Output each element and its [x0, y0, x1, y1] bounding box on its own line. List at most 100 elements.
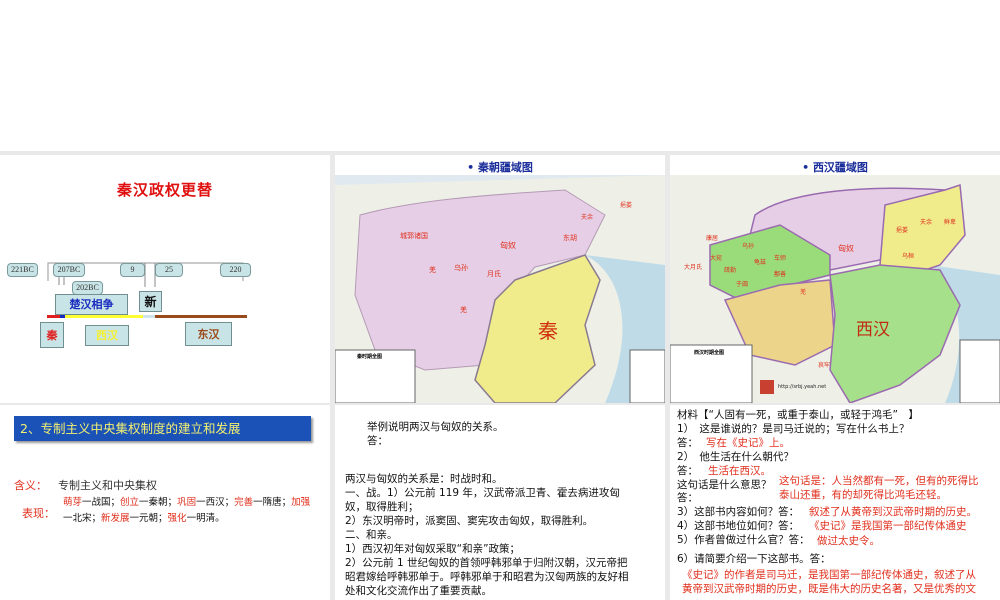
performance-text: 萌芽一战国；创立一秦朝；巩固一西汉；完善一隋唐；加强一北宋；新发展一元朝；强化一… [63, 495, 313, 527]
western-han-territory-map [670, 175, 1000, 403]
map-label: 挹娄 [896, 227, 909, 234]
answer-label: 答： [677, 465, 698, 477]
stage-value: 一秦朝； [139, 497, 178, 508]
map-label: 康居 [706, 235, 719, 242]
timeline-lines [47, 262, 247, 318]
map-legend-title: 秦时期全图 [357, 354, 383, 360]
map-label: 羌 [429, 266, 436, 274]
map-label: 鄯善 [774, 271, 787, 278]
bullet-icon: • [802, 161, 813, 174]
stage-key: 萌芽 [63, 497, 83, 508]
answer-line: 昭君嫁给呼韩邪单于。呼韩邪单于和昭君为汉匈两族的友好相 [345, 571, 629, 583]
answer-6-line1: 《史记》的作者是司马迁，是我国第一部纪传体通史，叙述了从 [682, 569, 976, 581]
timeline-bar-chuhan [60, 315, 65, 318]
map-label-xihan: 西汉 [856, 320, 890, 340]
answer-6-line2: 黄帝到汉武帝时期的历史，既是伟大的历史名著，又是优秀的文 [682, 583, 976, 595]
map-label: 大宛 [710, 255, 723, 262]
answer-line: 二、和亲。 [345, 529, 398, 541]
map-label: 匈奴 [838, 244, 854, 253]
map-label: 夫余 [920, 219, 933, 226]
question-4: 4）这部书地位如何？答： [677, 520, 800, 532]
map-inset [959, 339, 1000, 403]
stage-value: 一元朝； [129, 513, 168, 524]
map-legend-title: 西汉时期全图 [694, 350, 725, 356]
question-meaning: 这句话是什么意思？ [677, 479, 772, 491]
timeline-bar-xihan [65, 315, 143, 318]
answer-3: 叙述了从黄帝到汉武帝时期的历史。 [809, 506, 977, 518]
slide-thumbnail-qin-han-succession[interactable]: 秦汉政权更替 221BC 207BC 202BC 9 25 220 楚汉相争 新… [0, 155, 330, 403]
map-watermark: http://srbj.yeah.net [778, 384, 827, 390]
stage-value: 一西汉； [196, 497, 235, 508]
date-bubble-202bc: 202BC [72, 281, 103, 295]
bullet-icon: • [467, 161, 478, 174]
period-label-xihan: 西汉 [85, 325, 129, 346]
date-bubble-221bc: 221BC [7, 263, 38, 277]
answer-line: 2）公元前 1 世纪匈奴的首领呼韩邪单于归附汉朝，汉元帝把 [345, 557, 628, 569]
answer-line: 1）西汉初年对匈奴采取“和亲”政策； [345, 543, 521, 555]
answer-line: 处和文化交流作出了重要贡献。 [345, 585, 492, 597]
map-label: 龟兹 [754, 259, 767, 266]
map-label: 于阗 [736, 281, 749, 288]
answer-meaning-line2: 泰山还重，有的却死得比鸿毛还轻。 [779, 489, 947, 501]
date-bubble-220: 220 [220, 263, 251, 277]
qin-territory-map [335, 175, 665, 403]
map-label-qin: 秦 [538, 319, 558, 343]
slide-thumbnail-qin-map[interactable]: • 秦朝疆域图 城郭诸国 匈奴 东胡 夫余 挹娄 羌 乌孙 月氏 羌 秦 秦时期… [335, 155, 665, 403]
slide-thumbnail-western-han-map[interactable]: • 西汉疆域图 匈奴 鲜卑 夫余 挹娄 乌桓 康居 大宛 大月氏 乌孙 龟兹 车… [670, 155, 1000, 403]
map-label: 东胡 [563, 234, 577, 242]
map-label: 大月氏 [684, 264, 703, 271]
slide-thumbnail-centralization[interactable]: 2、专制主义中央集权制度的建立和发展 含义： 专制主义和中央集权 表现： 萌芽一… [0, 405, 330, 600]
question-3: 3）这部书内容如何？答： [677, 506, 800, 518]
answer-4: 《史记》是我国第一部纪传体通史 [809, 520, 967, 532]
meaning-text: 专制主义和中央集权 [58, 479, 157, 492]
date-bubble-207bc: 207BC [53, 263, 85, 277]
slide-thumbnail-shiji[interactable]: 材料【“人固有一死，或重于泰山，或轻于鸿毛” 】 1） 这是谁说的？是司马迁说的… [670, 405, 1000, 600]
map-label: 月氏 [487, 270, 501, 278]
period-label-donghan: 东汉 [185, 322, 232, 346]
map-label: 疏勒 [724, 267, 737, 274]
stage-key: 巩固 [177, 497, 197, 508]
performance-label: 表现： [22, 507, 55, 520]
question-2: 2） 他生活在什么朝代？ [677, 451, 794, 463]
answer-5: 做过太史令。 [817, 535, 880, 547]
section-banner: 2、专制主义中央集权制度的建立和发展 [14, 416, 311, 441]
date-bubble-25: 25 [155, 263, 183, 277]
stage-value: 一战国； [82, 497, 121, 508]
timeline-bar-xin [143, 315, 155, 318]
map-inset [629, 349, 665, 403]
map-label: 城郭诸国 [400, 232, 428, 240]
map-title: 西汉疆域图 [812, 161, 868, 174]
question-1: 1） 这是谁说的？是司马迁说的；写在什么书上？ [677, 423, 910, 435]
stage-key: 创立 [120, 497, 140, 508]
slide-thumbnail-han-xiongnu[interactable]: 举例说明两汉与匈奴的关系。 答： 两汉与匈奴的关系是：时战时和。 一、战。1）公… [335, 405, 665, 600]
map-label: 羌 [800, 289, 807, 296]
stage-key: 强化 [167, 513, 187, 524]
question-5: 5）作者曾做过什么官？答： [677, 534, 810, 546]
timeline-bar-qin [47, 315, 60, 318]
period-label-qin: 秦 [40, 322, 64, 348]
answer-label: 答： [367, 435, 388, 447]
question-text: 举例说明两汉与匈奴的关系。 [367, 421, 504, 433]
map-label: 乌孙 [742, 243, 755, 250]
map-label: 哀牢 [818, 362, 831, 369]
map-label: 夫余 [581, 214, 594, 221]
answer-line: 奴，取得胜利； [345, 501, 419, 513]
seal-icon [760, 380, 774, 394]
material-text: 材料【“人固有一死，或重于泰山，或轻于鸿毛” 】 [677, 409, 919, 421]
map-label: 乌孙 [454, 264, 468, 272]
answer-label: 答： [677, 492, 698, 504]
answer-1: 写在《史记》上。 [706, 437, 790, 449]
stage-key: 完善 [234, 497, 254, 508]
stage-value: 一北宋； [63, 513, 102, 524]
answer-label: 答： [677, 437, 698, 449]
answer-meaning-line1: 这句话是：人当然都有一死，但有的死得比 [779, 475, 979, 487]
period-label-chuhan: 楚汉相争 [55, 294, 128, 315]
map-label: 羌 [460, 306, 467, 314]
answer-line: 2）东汉明帝时，派窦固、窦宪攻击匈奴，取得胜利。 [345, 515, 594, 527]
question-6: 6）请简要介绍一下这部书。答： [677, 553, 831, 565]
map-title: 秦朝疆域图 [477, 161, 533, 174]
map-label: 挹娄 [620, 202, 633, 209]
timeline-bar-donghan [155, 315, 247, 318]
blank-top-area [0, 0, 1000, 151]
map-label: 匈奴 [500, 241, 516, 250]
